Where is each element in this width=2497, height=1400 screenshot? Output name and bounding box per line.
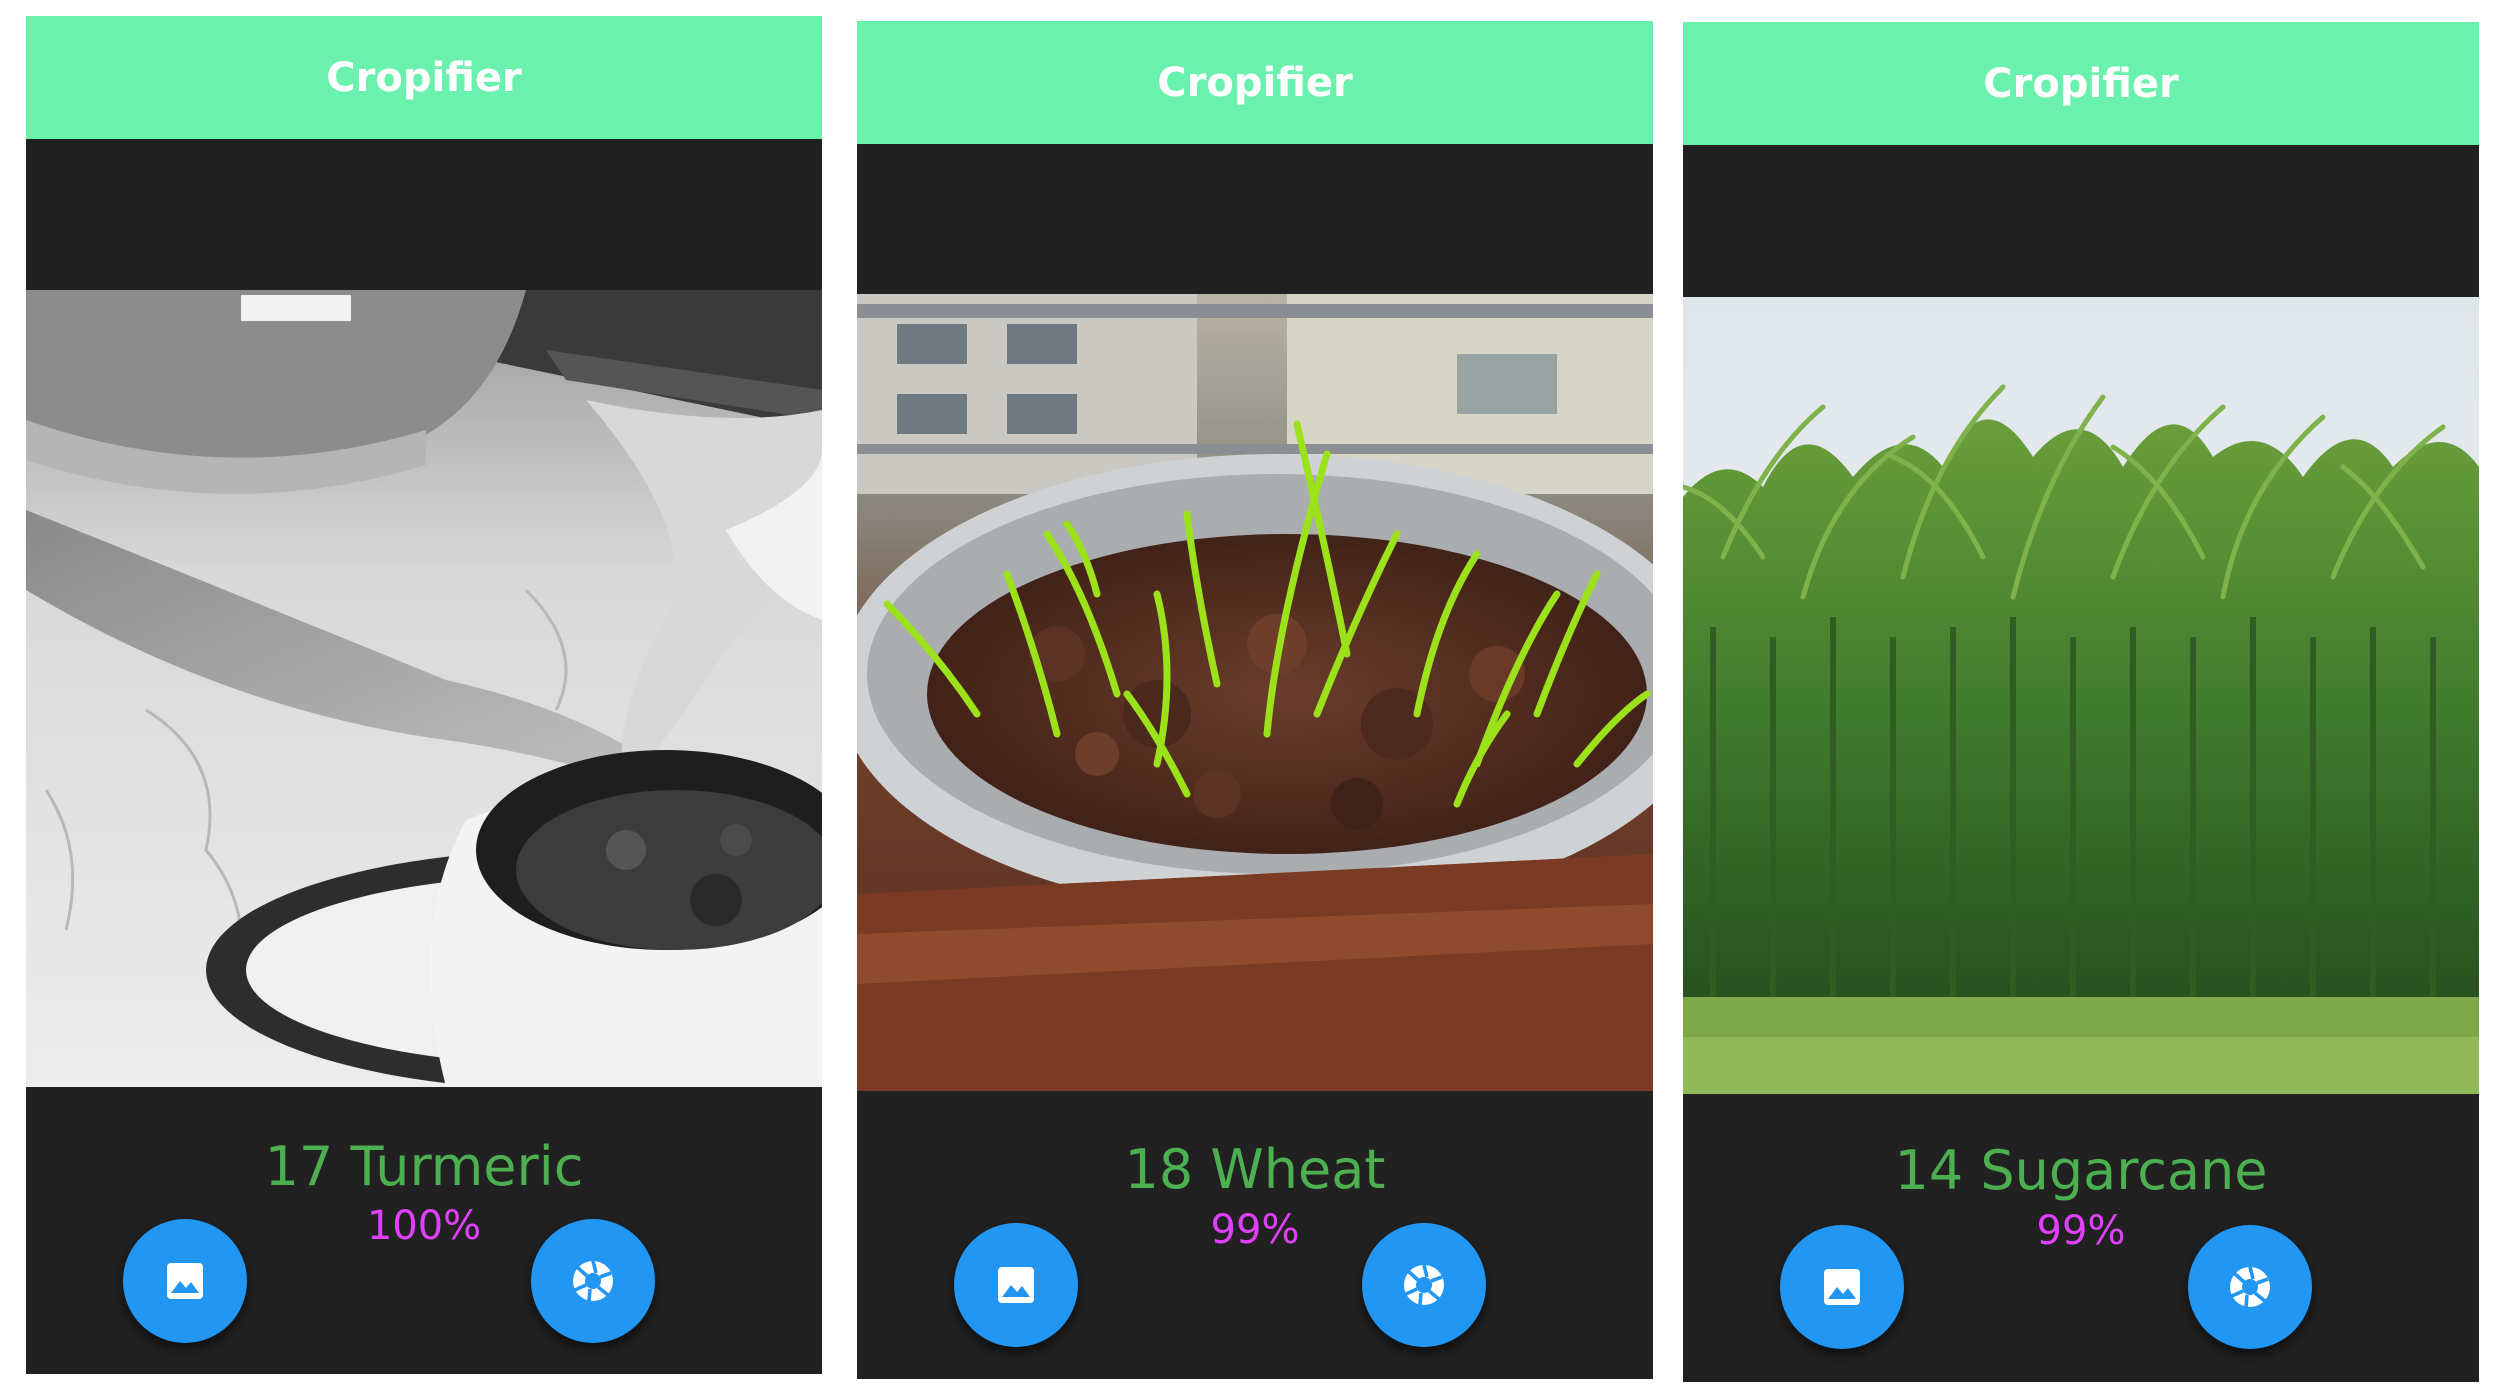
phone-screen-3: Cropifier 14 Sugarcane 99%	[1683, 22, 2479, 1382]
wheat-sprouts-photo	[857, 294, 1653, 1091]
camera-button[interactable]	[2188, 1225, 2312, 1349]
gallery-button[interactable]	[1780, 1225, 1904, 1349]
prediction-label: 14 Sugarcane	[1894, 1139, 2268, 1202]
app-title: Cropifier	[1157, 59, 1353, 106]
aperture-icon	[573, 1260, 613, 1302]
gallery-button[interactable]	[123, 1219, 247, 1343]
aperture-icon	[2230, 1266, 2270, 1308]
app-bar: Cropifier	[857, 21, 1653, 144]
image-icon	[1824, 1269, 1860, 1305]
turmeric-plant-photo	[26, 290, 822, 1087]
image-icon	[998, 1267, 1034, 1303]
app-title: Cropifier	[1983, 60, 2179, 107]
image-icon	[167, 1263, 203, 1299]
camera-button[interactable]	[531, 1219, 655, 1343]
prediction-label: 17 Turmeric	[264, 1135, 584, 1198]
phone-screen-2: Cropifier 18 Wheat 99%	[857, 21, 1653, 1379]
app-title: Cropifier	[326, 54, 522, 101]
camera-button[interactable]	[1362, 1223, 1486, 1347]
app-bar: Cropifier	[1683, 22, 2479, 145]
app-bar: Cropifier	[26, 16, 822, 139]
prediction-label: 18 Wheat	[1124, 1138, 1386, 1201]
gallery-button[interactable]	[954, 1223, 1078, 1347]
aperture-icon	[1404, 1264, 1444, 1306]
phone-screen-1: Cropifier 17 Turmeric 100%	[26, 16, 822, 1374]
sugarcane-field-photo	[1683, 297, 2479, 1094]
